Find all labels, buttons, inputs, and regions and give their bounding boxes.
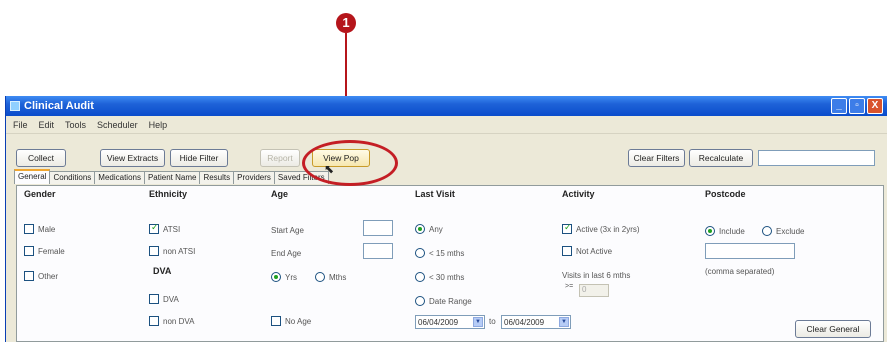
dva-option[interactable]: DVA (149, 294, 179, 304)
date-from-select[interactable]: 06/04/2009 ▼ (415, 315, 485, 329)
postcode-hint: (comma separated) (705, 267, 775, 276)
activity-active[interactable]: Active (3x in 2yrs) (562, 222, 640, 234)
minimize-button[interactable]: _ (831, 98, 847, 114)
not-active-checkbox[interactable] (562, 246, 572, 256)
last-visit-any[interactable]: Any (415, 224, 443, 234)
end-age-label: End Age (271, 249, 302, 258)
menu-help[interactable]: Help (149, 120, 168, 130)
non-atsi-checkbox[interactable] (149, 246, 159, 256)
visits-count-select[interactable]: 0 (579, 284, 609, 297)
female-checkbox[interactable] (24, 246, 34, 256)
visits-label: Visits in last 6 mths (562, 271, 631, 280)
menu-file[interactable]: File (13, 120, 28, 130)
callout-ring (302, 140, 398, 186)
toolbar: Collect View Extracts Hide Filter Report… (6, 149, 887, 169)
tab-providers[interactable]: Providers (233, 171, 275, 184)
any-radio[interactable] (415, 224, 425, 234)
start-age-label: Start Age (271, 226, 304, 235)
ethnicity-atsi[interactable]: ATSI (149, 222, 180, 234)
tab-medications[interactable]: Medications (94, 171, 145, 184)
last-visit-15[interactable]: < 15 mths (415, 248, 464, 258)
hide-filter-button[interactable]: Hide Filter (170, 149, 228, 167)
gender-other[interactable]: Other (24, 271, 58, 281)
ethnicity-heading: Ethnicity (149, 189, 188, 199)
menu-bar: File Edit Tools Scheduler Help (6, 116, 887, 134)
postcode-exclude[interactable]: Exclude (762, 226, 804, 236)
postcode-heading: Postcode (705, 189, 746, 199)
yrs-radio[interactable] (271, 272, 281, 282)
date-to-select[interactable]: 06/04/2009 ▼ (501, 315, 571, 329)
postcode-include[interactable]: Include (705, 226, 745, 236)
age-heading: Age (271, 189, 289, 199)
last-visit-date-range[interactable]: Date Range (415, 296, 472, 306)
male-checkbox[interactable] (24, 224, 34, 234)
other-checkbox[interactable] (24, 271, 34, 281)
app-icon (10, 101, 20, 111)
clear-filters-button[interactable]: Clear Filters (628, 149, 685, 167)
collect-button[interactable]: Collect (16, 149, 66, 167)
no-age-checkbox[interactable] (271, 316, 281, 326)
atsi-checkbox[interactable] (149, 222, 159, 234)
stage: 1 Clinical Audit _ ▫ X File Edit Tools S… (0, 0, 887, 342)
close-button[interactable]: X (867, 98, 883, 114)
tab-strip: General Conditions Medications Patient N… (14, 169, 329, 185)
exclude-radio[interactable] (762, 226, 772, 236)
date-to-label: to (489, 317, 496, 326)
start-age-input[interactable] (363, 220, 393, 236)
tab-general[interactable]: General (14, 169, 51, 184)
window-title: Clinical Audit (24, 100, 94, 112)
non-dva-checkbox[interactable] (149, 316, 159, 326)
end-age-input[interactable] (363, 243, 393, 259)
lt-15-mths-radio[interactable] (415, 248, 425, 258)
recalculate-button[interactable]: Recalculate (689, 149, 753, 167)
dva-heading: DVA (153, 266, 172, 276)
gender-male[interactable]: Male (24, 224, 55, 234)
dva-checkbox[interactable] (149, 294, 159, 304)
general-panel: Gender Male Female Other Ethnicity ATSI … (16, 185, 884, 342)
tab-conditions[interactable]: Conditions (49, 171, 96, 184)
age-unit-yrs[interactable]: Yrs (271, 272, 297, 282)
active-checkbox[interactable] (562, 222, 572, 234)
progress-field (758, 150, 875, 166)
non-dva-option[interactable]: non DVA (149, 316, 194, 326)
activity-not-active[interactable]: Not Active (562, 246, 612, 256)
clear-general-button[interactable]: Clear General (795, 320, 871, 338)
chevron-down-icon: ▼ (559, 317, 569, 327)
chevron-down-icon: ▼ (473, 317, 483, 327)
last-visit-30[interactable]: < 30 mths (415, 272, 464, 282)
menu-scheduler[interactable]: Scheduler (97, 120, 138, 130)
menu-tools[interactable]: Tools (65, 120, 86, 130)
mouse-pointer-icon: ⬉ (324, 162, 335, 176)
no-age-option[interactable]: No Age (271, 316, 311, 326)
date-range-radio[interactable] (415, 296, 425, 306)
gender-female[interactable]: Female (24, 246, 65, 256)
clinical-audit-window: Clinical Audit _ ▫ X File Edit Tools Sch… (5, 96, 887, 342)
view-extracts-button[interactable]: View Extracts (100, 149, 165, 167)
visits-operator: >= (565, 283, 574, 290)
age-unit-mths[interactable]: Mths (315, 272, 346, 282)
maximize-button[interactable]: ▫ (849, 98, 865, 114)
callout-number: 1 (336, 13, 356, 33)
ethnicity-non-atsi[interactable]: non ATSI (149, 246, 195, 256)
tab-results[interactable]: Results (199, 171, 235, 184)
gender-heading: Gender (24, 189, 56, 199)
last-visit-heading: Last Visit (415, 189, 455, 199)
postcode-input[interactable] (705, 243, 795, 259)
menu-edit[interactable]: Edit (39, 120, 55, 130)
include-radio[interactable] (705, 226, 715, 236)
title-bar: Clinical Audit _ ▫ X (6, 96, 887, 116)
lt-30-mths-radio[interactable] (415, 272, 425, 282)
mths-radio[interactable] (315, 272, 325, 282)
report-button[interactable]: Report (260, 149, 300, 167)
window-controls: _ ▫ X (831, 98, 883, 114)
activity-heading: Activity (562, 189, 595, 199)
tab-patient-name[interactable]: Patient Name (143, 171, 201, 184)
